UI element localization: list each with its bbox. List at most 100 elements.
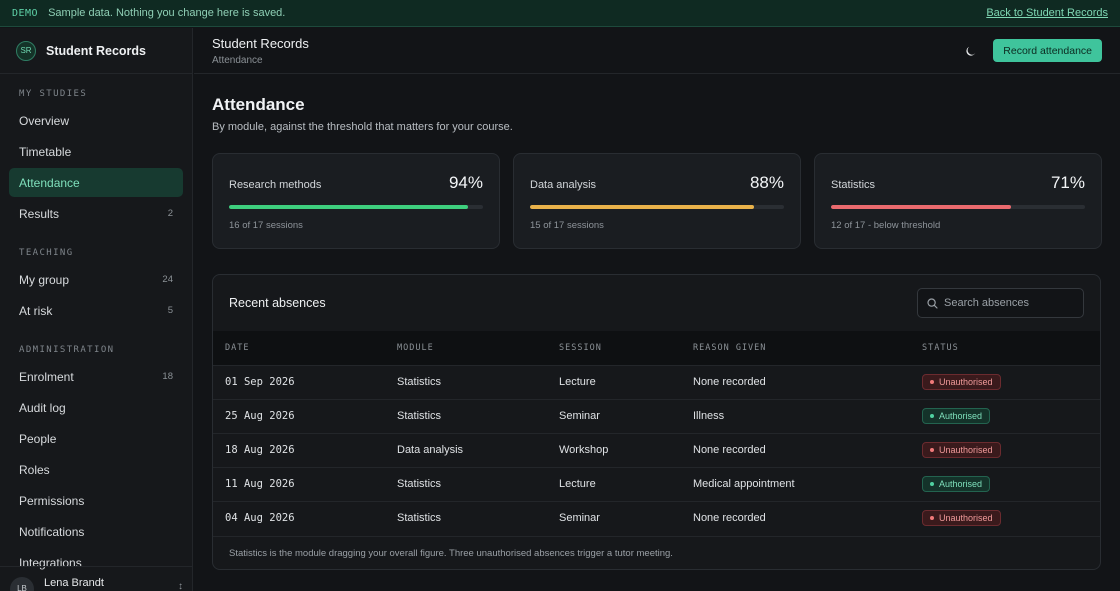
cell-date: 18 Aug 2026 xyxy=(225,444,295,456)
table-row[interactable]: 18 Aug 2026 Data analysis Workshop None … xyxy=(213,433,1100,467)
progress-fill xyxy=(229,205,468,209)
page-title: Attendance xyxy=(212,95,305,114)
table-footnote: Statistics is the module dragging your o… xyxy=(213,536,1100,569)
sidebar-item-enrolment[interactable]: Enrolment 18 xyxy=(9,362,183,391)
back-to-student-records-link[interactable]: Back to Student Records xyxy=(986,7,1108,19)
cell-session: Lecture xyxy=(559,376,596,388)
demo-tag: DEMO xyxy=(12,7,39,19)
moon-icon[interactable] xyxy=(965,45,977,57)
page-subtitle: By module, against the threshold that ma… xyxy=(212,121,513,133)
cell-reason: Illness xyxy=(693,410,725,422)
status-label: Unauthorised xyxy=(939,445,993,455)
sidebar-item-at-risk[interactable]: At risk 5 xyxy=(9,296,183,325)
table-row[interactable]: 11 Aug 2026 Statistics Lecture Medical a… xyxy=(213,467,1100,501)
sidebar-item-my-group[interactable]: My group 24 xyxy=(9,265,183,294)
section-label-my-studies: MY STUDIES xyxy=(19,89,88,99)
sidebar-item-count: 24 xyxy=(162,274,173,285)
sidebar-item-overview[interactable]: Overview xyxy=(9,106,183,135)
card-note: 12 of 17 - below threshold xyxy=(831,220,941,231)
sidebar-item-results[interactable]: Results 2 xyxy=(9,199,183,228)
status-label: Unauthorised xyxy=(939,377,993,387)
status-badge: Authorised xyxy=(922,476,991,492)
progress-bar xyxy=(831,205,1085,209)
brand: SR Student Records xyxy=(0,28,192,74)
cell-module: Statistics xyxy=(397,410,442,422)
sidebar-item-timetable[interactable]: Timetable xyxy=(9,137,183,166)
cell-module: Data analysis xyxy=(397,444,464,456)
search-input[interactable] xyxy=(944,297,1074,309)
cell-module: Statistics xyxy=(397,512,442,525)
column-header-reason: REASON GIVEN xyxy=(693,342,767,353)
sidebar-item-roles[interactable]: Roles xyxy=(9,455,183,484)
card-note: 16 of 17 sessions xyxy=(229,220,303,231)
progress-bar xyxy=(530,205,784,209)
cell-date: 25 Aug 2026 xyxy=(225,410,295,422)
sidebar-item-label: Roles xyxy=(19,462,50,477)
attendance-card: Data analysis 88% 15 of 17 sessions xyxy=(513,153,801,249)
attendance-card: Statistics 71% 12 of 17 - below threshol… xyxy=(814,153,1102,249)
status-badge: Unauthorised xyxy=(922,510,1001,527)
cell-session: Lecture xyxy=(559,478,596,490)
card-percent: 71% xyxy=(1050,173,1085,192)
card-module: Data analysis xyxy=(530,179,597,191)
table-row[interactable]: 04 Aug 2026 Statistics Seminar None reco… xyxy=(213,501,1100,535)
absences-table: DATE MODULE SESSION REASON GIVEN STATUS … xyxy=(213,331,1100,535)
sidebar: SR Student Records MY STUDIES Overview T… xyxy=(0,28,193,591)
sidebar-item-label: My group xyxy=(19,272,70,287)
search-icon xyxy=(927,297,938,309)
card-percent: 94% xyxy=(448,173,483,192)
chevron-updown-icon[interactable]: ↕ xyxy=(178,581,183,591)
sidebar-item-label: Attendance xyxy=(19,175,80,190)
status-label: Authorised xyxy=(939,411,983,421)
column-header-date: DATE xyxy=(225,342,250,353)
table-row[interactable]: 01 Sep 2026 Statistics Lecture None reco… xyxy=(213,365,1100,399)
cell-module: Statistics xyxy=(397,376,442,388)
card-module: Statistics xyxy=(831,179,876,191)
topbar-titles: Student Records Attendance xyxy=(212,36,309,66)
cell-session: Workshop xyxy=(559,444,609,456)
cell-status: Unauthorised xyxy=(910,433,1100,467)
cell-status: Unauthorised xyxy=(910,501,1100,535)
sidebar-item-attendance[interactable]: Attendance xyxy=(9,168,183,197)
attendance-cards: Research methods 94% 16 of 17 sessions D… xyxy=(212,153,1102,249)
sidebar-item-label: People xyxy=(19,431,57,446)
sidebar-item-permissions[interactable]: Permissions xyxy=(9,486,183,515)
cell-status: Authorised xyxy=(910,399,1100,433)
sidebar-item-count: 2 xyxy=(167,208,173,219)
recent-absences-panel: Recent absences DATE MODULE SESSION REAS… xyxy=(212,274,1101,570)
record-attendance-button[interactable]: Record attendance xyxy=(993,39,1102,62)
section-label-teaching: TEACHING xyxy=(19,248,74,258)
demo-banner: DEMO Sample data. Nothing you change her… xyxy=(0,0,1120,27)
app-title: Student Records xyxy=(212,35,309,51)
cell-session: Seminar xyxy=(559,512,600,525)
avatar: LB xyxy=(10,576,34,591)
sidebar-item-notifications[interactable]: Notifications xyxy=(9,517,183,546)
attendance-card: Research methods 94% 16 of 17 sessions xyxy=(212,153,500,249)
cell-date: 11 Aug 2026 xyxy=(225,478,295,490)
user-profile[interactable]: LB Lena Brandt ↕ xyxy=(0,566,192,591)
cell-reason: None recorded xyxy=(693,512,766,525)
column-header-session: SESSION xyxy=(559,342,602,353)
table-row[interactable]: 25 Aug 2026 Statistics Seminar Illness A… xyxy=(213,399,1100,433)
section-label-administration: ADMINISTRATION xyxy=(19,345,115,355)
status-badge: Unauthorised xyxy=(922,374,1001,390)
cell-date: 04 Aug 2026 xyxy=(225,512,295,525)
status-dot xyxy=(930,380,934,384)
cell-reason: Medical appointment xyxy=(693,478,795,490)
status-label: Authorised xyxy=(939,479,983,489)
card-note: 15 of 17 sessions xyxy=(530,220,604,231)
status-label: Unauthorised xyxy=(939,513,993,524)
card-percent: 88% xyxy=(749,173,784,192)
sidebar-item-people[interactable]: People xyxy=(9,424,183,453)
panel-title: Recent absences xyxy=(229,296,326,310)
table-header-row: DATE MODULE SESSION REASON GIVEN STATUS xyxy=(213,331,1100,365)
sidebar-item-label: Enrolment xyxy=(19,369,74,384)
sidebar-item-label: Results xyxy=(19,206,60,221)
brand-name: Student Records xyxy=(46,43,147,58)
progress-fill xyxy=(831,205,1012,209)
status-dot xyxy=(930,516,934,521)
cell-date: 01 Sep 2026 xyxy=(225,376,295,388)
status-badge: Unauthorised xyxy=(922,442,1001,458)
sidebar-item-audit-log[interactable]: Audit log xyxy=(9,393,183,422)
demo-message: Sample data. Nothing you change here is … xyxy=(48,7,286,19)
